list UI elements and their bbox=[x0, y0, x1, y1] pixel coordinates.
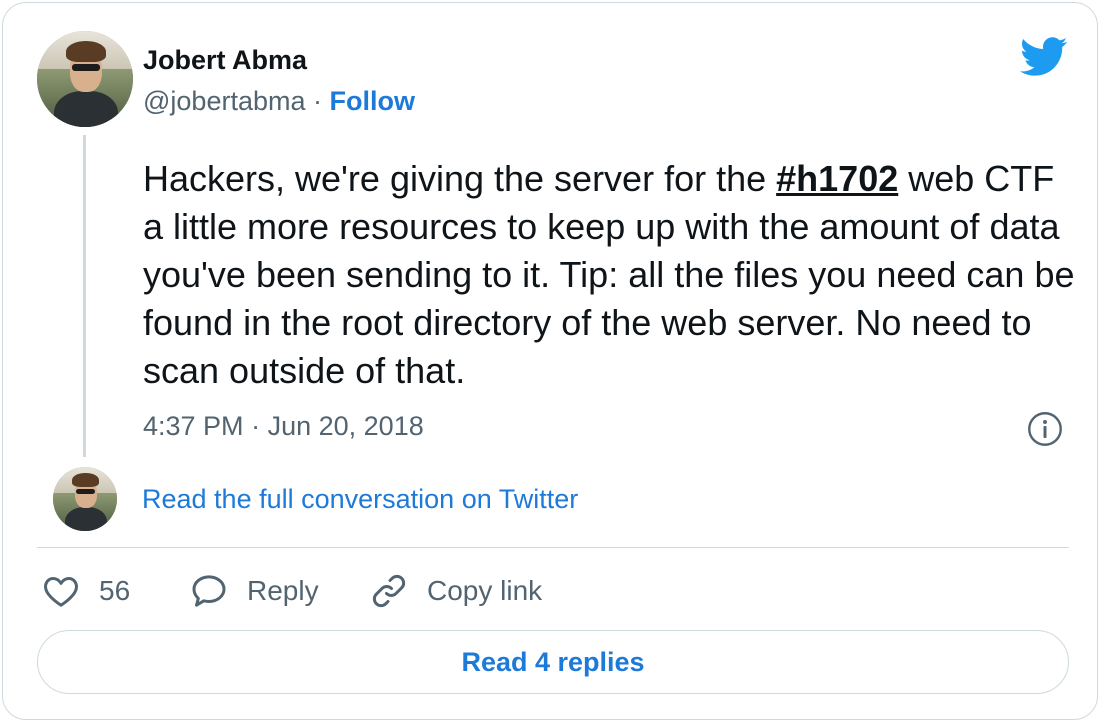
twitter-bird-icon[interactable] bbox=[1020, 37, 1068, 77]
like-count: 56 bbox=[99, 575, 131, 606]
tweet-time: 4:37 PM bbox=[143, 411, 244, 441]
tweet-card: Jobert Abma @jobertabma · Follow Hackers… bbox=[2, 2, 1098, 720]
handle-separator: · bbox=[313, 86, 323, 116]
thread-line bbox=[83, 135, 86, 457]
tweet-text-start: Hackers, we're giving the server for the bbox=[143, 158, 777, 199]
tweet-timestamp[interactable]: 4:37 PM · Jun 20, 2018 bbox=[143, 411, 424, 442]
copy-link-button[interactable]: Copy link bbox=[369, 569, 542, 613]
info-icon[interactable] bbox=[1027, 411, 1063, 447]
read-replies-button[interactable]: Read 4 replies bbox=[37, 630, 1069, 694]
tweet-text: Hackers, we're giving the server for the… bbox=[143, 155, 1083, 395]
author-handle-row: @jobertabma · Follow bbox=[143, 86, 415, 117]
speech-bubble-icon bbox=[192, 575, 226, 607]
author-handle[interactable]: @jobertabma bbox=[143, 86, 306, 116]
timestamp-separator: · bbox=[251, 411, 261, 441]
heart-icon bbox=[44, 577, 78, 607]
reply-button[interactable]: Reply bbox=[189, 569, 319, 613]
divider bbox=[37, 547, 1069, 548]
author-name[interactable]: Jobert Abma bbox=[143, 45, 307, 76]
read-conversation-link[interactable]: Read the full conversation on Twitter bbox=[142, 484, 578, 515]
hashtag-link[interactable]: #h1702 bbox=[776, 158, 898, 199]
tweet-date: Jun 20, 2018 bbox=[267, 411, 424, 441]
author-avatar[interactable] bbox=[37, 31, 133, 127]
like-button[interactable]: 56 bbox=[41, 569, 130, 613]
follow-button[interactable]: Follow bbox=[330, 86, 415, 116]
conversation-avatar[interactable] bbox=[53, 467, 117, 531]
reply-label: Reply bbox=[247, 575, 319, 606]
link-icon bbox=[372, 574, 406, 608]
copy-link-label: Copy link bbox=[427, 575, 543, 606]
